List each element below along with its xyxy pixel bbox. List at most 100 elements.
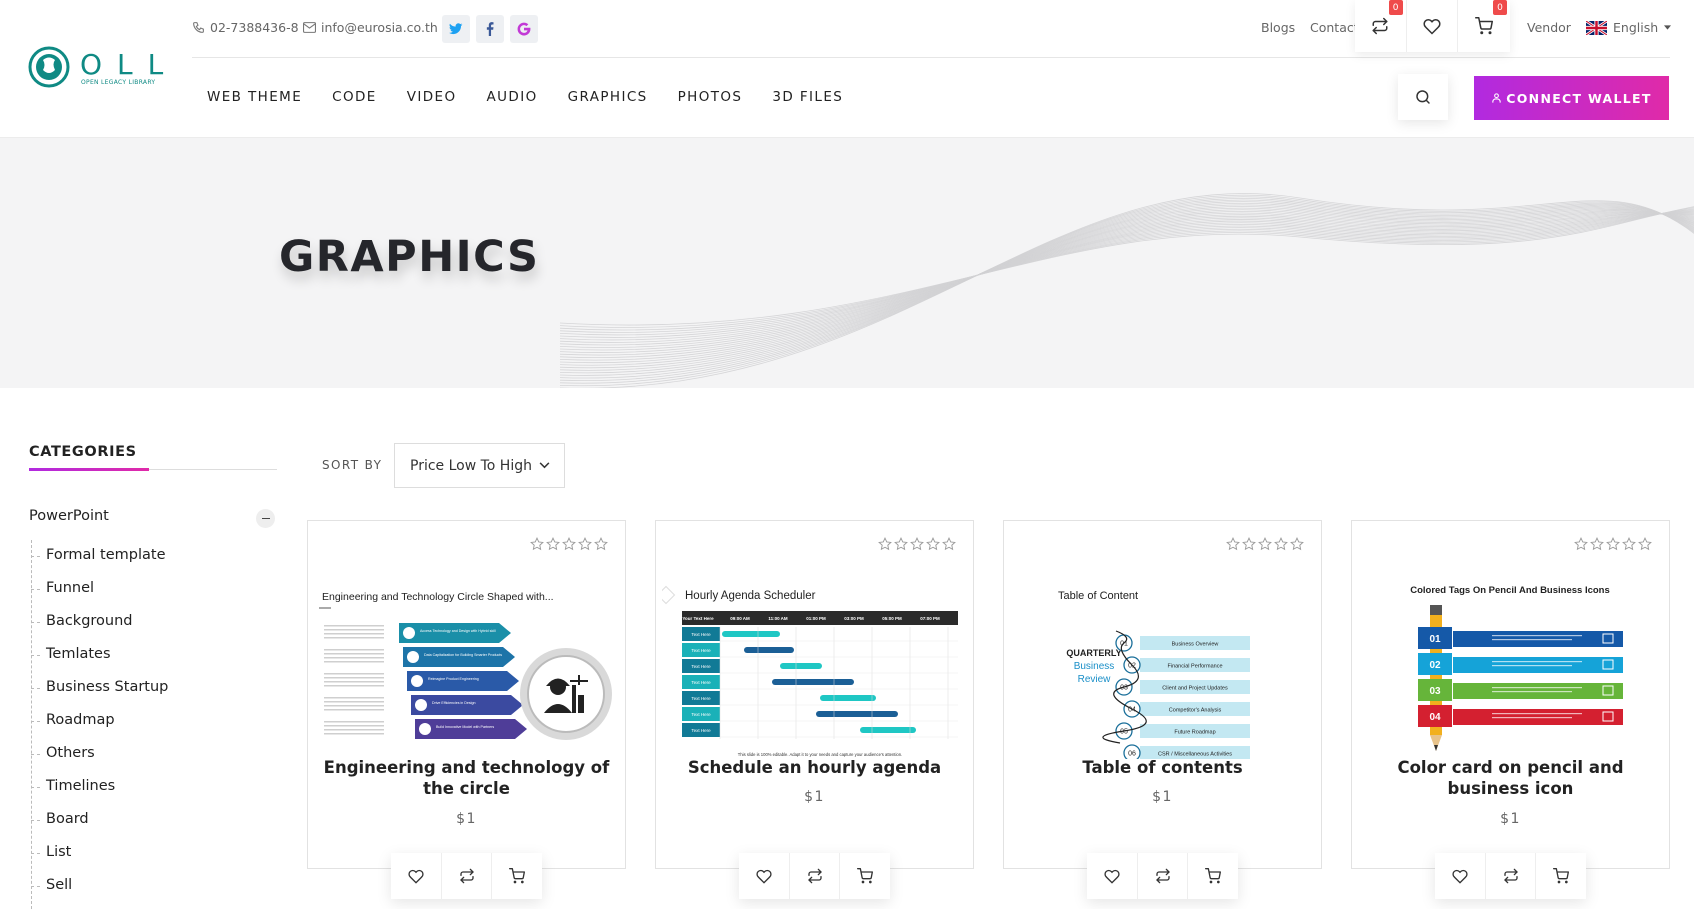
heart-icon bbox=[408, 869, 424, 884]
product-title[interactable]: Color card on pencil and business icon bbox=[1367, 757, 1654, 799]
add-to-cart-button[interactable] bbox=[840, 853, 890, 899]
thumb-step-bar bbox=[411, 695, 523, 715]
thumb-tag-label: Put Text Here bbox=[1527, 652, 1554, 657]
compare-count-badge: 0 bbox=[1388, 0, 1403, 15]
thumb-tag-label: Your Text Here bbox=[1525, 626, 1555, 631]
category-item[interactable]: Roadmap bbox=[31, 712, 115, 728]
google-link[interactable] bbox=[510, 15, 538, 43]
thumb-text-line bbox=[324, 625, 384, 627]
thumb-text-line bbox=[324, 729, 384, 731]
thumb-toc-label: Competitor's Analysis bbox=[1169, 708, 1222, 714]
thumb-step-bar bbox=[407, 671, 519, 691]
product-title[interactable]: Table of contents bbox=[1019, 757, 1306, 778]
nav-video[interactable]: VIDEO bbox=[407, 89, 457, 105]
hero-wave-line bbox=[559, 202, 1694, 374]
add-to-compare-button[interactable] bbox=[1486, 853, 1537, 899]
heart-icon bbox=[1452, 869, 1468, 884]
language-selector[interactable]: English bbox=[1586, 20, 1672, 35]
email-contact[interactable]: info@eurosia.co.th bbox=[303, 20, 438, 35]
add-to-compare-button[interactable] bbox=[442, 853, 493, 899]
caret-down-icon bbox=[1664, 25, 1672, 30]
add-to-cart-button[interactable] bbox=[1536, 853, 1586, 899]
category-item[interactable]: List bbox=[30, 844, 71, 860]
sort-select[interactable]: Price Low To High bbox=[394, 443, 565, 488]
twitter-link[interactable] bbox=[442, 15, 470, 43]
product-price: $1 bbox=[1152, 789, 1173, 805]
product-card[interactable]: Table of Content QUARTERLY Business Revi… bbox=[1003, 520, 1322, 899]
add-to-wishlist-button[interactable] bbox=[739, 853, 790, 899]
add-to-compare-button[interactable] bbox=[790, 853, 841, 899]
collapse-icon[interactable] bbox=[256, 509, 275, 528]
sort-label: SORT BY bbox=[322, 458, 383, 472]
blogs-link[interactable]: Blogs bbox=[1261, 20, 1295, 35]
thumb-tag-text-line bbox=[1492, 691, 1572, 693]
thumb-gantt-bar bbox=[816, 711, 898, 717]
thumb-tag-text-line bbox=[1492, 687, 1582, 689]
cart-icon bbox=[1553, 868, 1570, 884]
thumb-tag-text-line bbox=[1492, 639, 1572, 641]
add-to-cart-button[interactable] bbox=[492, 853, 542, 899]
category-item[interactable]: Sell bbox=[30, 877, 72, 893]
connect-wallet-button[interactable]: CONNECT WALLET bbox=[1474, 76, 1669, 120]
thumb-text-line bbox=[324, 637, 384, 639]
thumb-step-label: Access Technology and Design with Hybrid… bbox=[420, 629, 496, 633]
heart-icon bbox=[1104, 869, 1120, 884]
product-card[interactable]: Colored Tags On Pencil And Business Icon… bbox=[1351, 520, 1670, 899]
thumb-text-line bbox=[324, 681, 384, 683]
category-item[interactable]: Temlates bbox=[31, 646, 111, 662]
thumb-title: Colored Tags On Pencil And Business Icon… bbox=[1410, 585, 1610, 596]
thumb-text-line bbox=[324, 721, 384, 723]
vendor-link[interactable]: Vendor bbox=[1527, 20, 1571, 35]
wishlist-button[interactable] bbox=[1407, 0, 1459, 52]
mail-icon bbox=[303, 22, 316, 33]
cart-button[interactable]: 0 bbox=[1458, 0, 1510, 52]
cart-icon bbox=[1475, 17, 1494, 35]
add-to-wishlist-button[interactable] bbox=[391, 853, 442, 899]
category-item[interactable]: Board bbox=[31, 811, 89, 827]
star-empty-icon bbox=[1590, 537, 1604, 551]
category-powerpoint[interactable]: PowerPoint bbox=[29, 508, 109, 524]
search-button[interactable] bbox=[1398, 74, 1448, 120]
nav-3d-files[interactable]: 3D FILES bbox=[772, 89, 843, 105]
thumb-col-header: Your Text Here bbox=[682, 616, 714, 621]
star-empty-icon bbox=[1606, 537, 1620, 551]
add-to-wishlist-button[interactable] bbox=[1435, 853, 1486, 899]
category-item[interactable]: Others bbox=[31, 745, 95, 761]
thumb-gantt-bar bbox=[744, 647, 794, 653]
thumb-tag-number: 02 bbox=[1429, 660, 1441, 671]
nav-photos[interactable]: PHOTOS bbox=[678, 89, 743, 105]
product-thumbnail[interactable]: Engineering and Technology Circle Shaped… bbox=[314, 563, 619, 759]
product-card[interactable]: Engineering and Technology Circle Shaped… bbox=[307, 520, 626, 899]
product-thumbnail[interactable]: Hourly Agenda Scheduler Your Text Here 09… bbox=[662, 563, 967, 759]
thumb-row-label: Text Here bbox=[691, 728, 711, 733]
cart-icon bbox=[509, 868, 526, 884]
category-item[interactable]: Background bbox=[31, 613, 133, 629]
add-to-wishlist-button[interactable] bbox=[1087, 853, 1138, 899]
nav-web-theme[interactable]: WEB THEME bbox=[207, 89, 302, 105]
nav-code[interactable]: CODE bbox=[332, 89, 377, 105]
nav-audio[interactable]: AUDIO bbox=[487, 89, 538, 105]
nav-graphics[interactable]: GRAPHICS bbox=[568, 89, 648, 105]
logo[interactable]: OLL OPEN LEGACY LIBRARY bbox=[28, 46, 163, 92]
add-to-compare-button[interactable] bbox=[1138, 853, 1189, 899]
google-icon bbox=[517, 22, 531, 36]
contact-link[interactable]: Contact bbox=[1310, 20, 1359, 35]
star-empty-icon bbox=[530, 537, 544, 551]
category-item[interactable]: Formal template bbox=[31, 547, 166, 563]
compare-button[interactable]: 0 bbox=[1355, 0, 1407, 52]
category-item[interactable]: Funnel bbox=[30, 580, 94, 596]
phone-contact[interactable]: 02-7388436-8 bbox=[192, 20, 299, 35]
product-title[interactable]: Schedule an hourly agenda bbox=[671, 757, 958, 778]
product-card[interactable]: Hourly Agenda Scheduler Your Text Here 09… bbox=[655, 520, 974, 899]
product-thumbnail[interactable]: Colored Tags On Pencil And Business Icon… bbox=[1358, 563, 1663, 759]
category-item[interactable]: Business Startup bbox=[30, 679, 168, 695]
thumb-text-line bbox=[324, 701, 384, 703]
add-to-cart-button[interactable] bbox=[1188, 853, 1238, 899]
product-title[interactable]: Engineering and technology of the circle bbox=[323, 757, 610, 799]
product-thumbnail[interactable]: Table of Content QUARTERLY Business Revi… bbox=[1010, 563, 1315, 759]
language-label: English bbox=[1613, 20, 1659, 35]
category-item[interactable]: Timelines bbox=[30, 778, 115, 794]
facebook-link[interactable] bbox=[476, 15, 504, 43]
product-actions bbox=[1087, 853, 1238, 899]
search-icon bbox=[1416, 90, 1430, 104]
